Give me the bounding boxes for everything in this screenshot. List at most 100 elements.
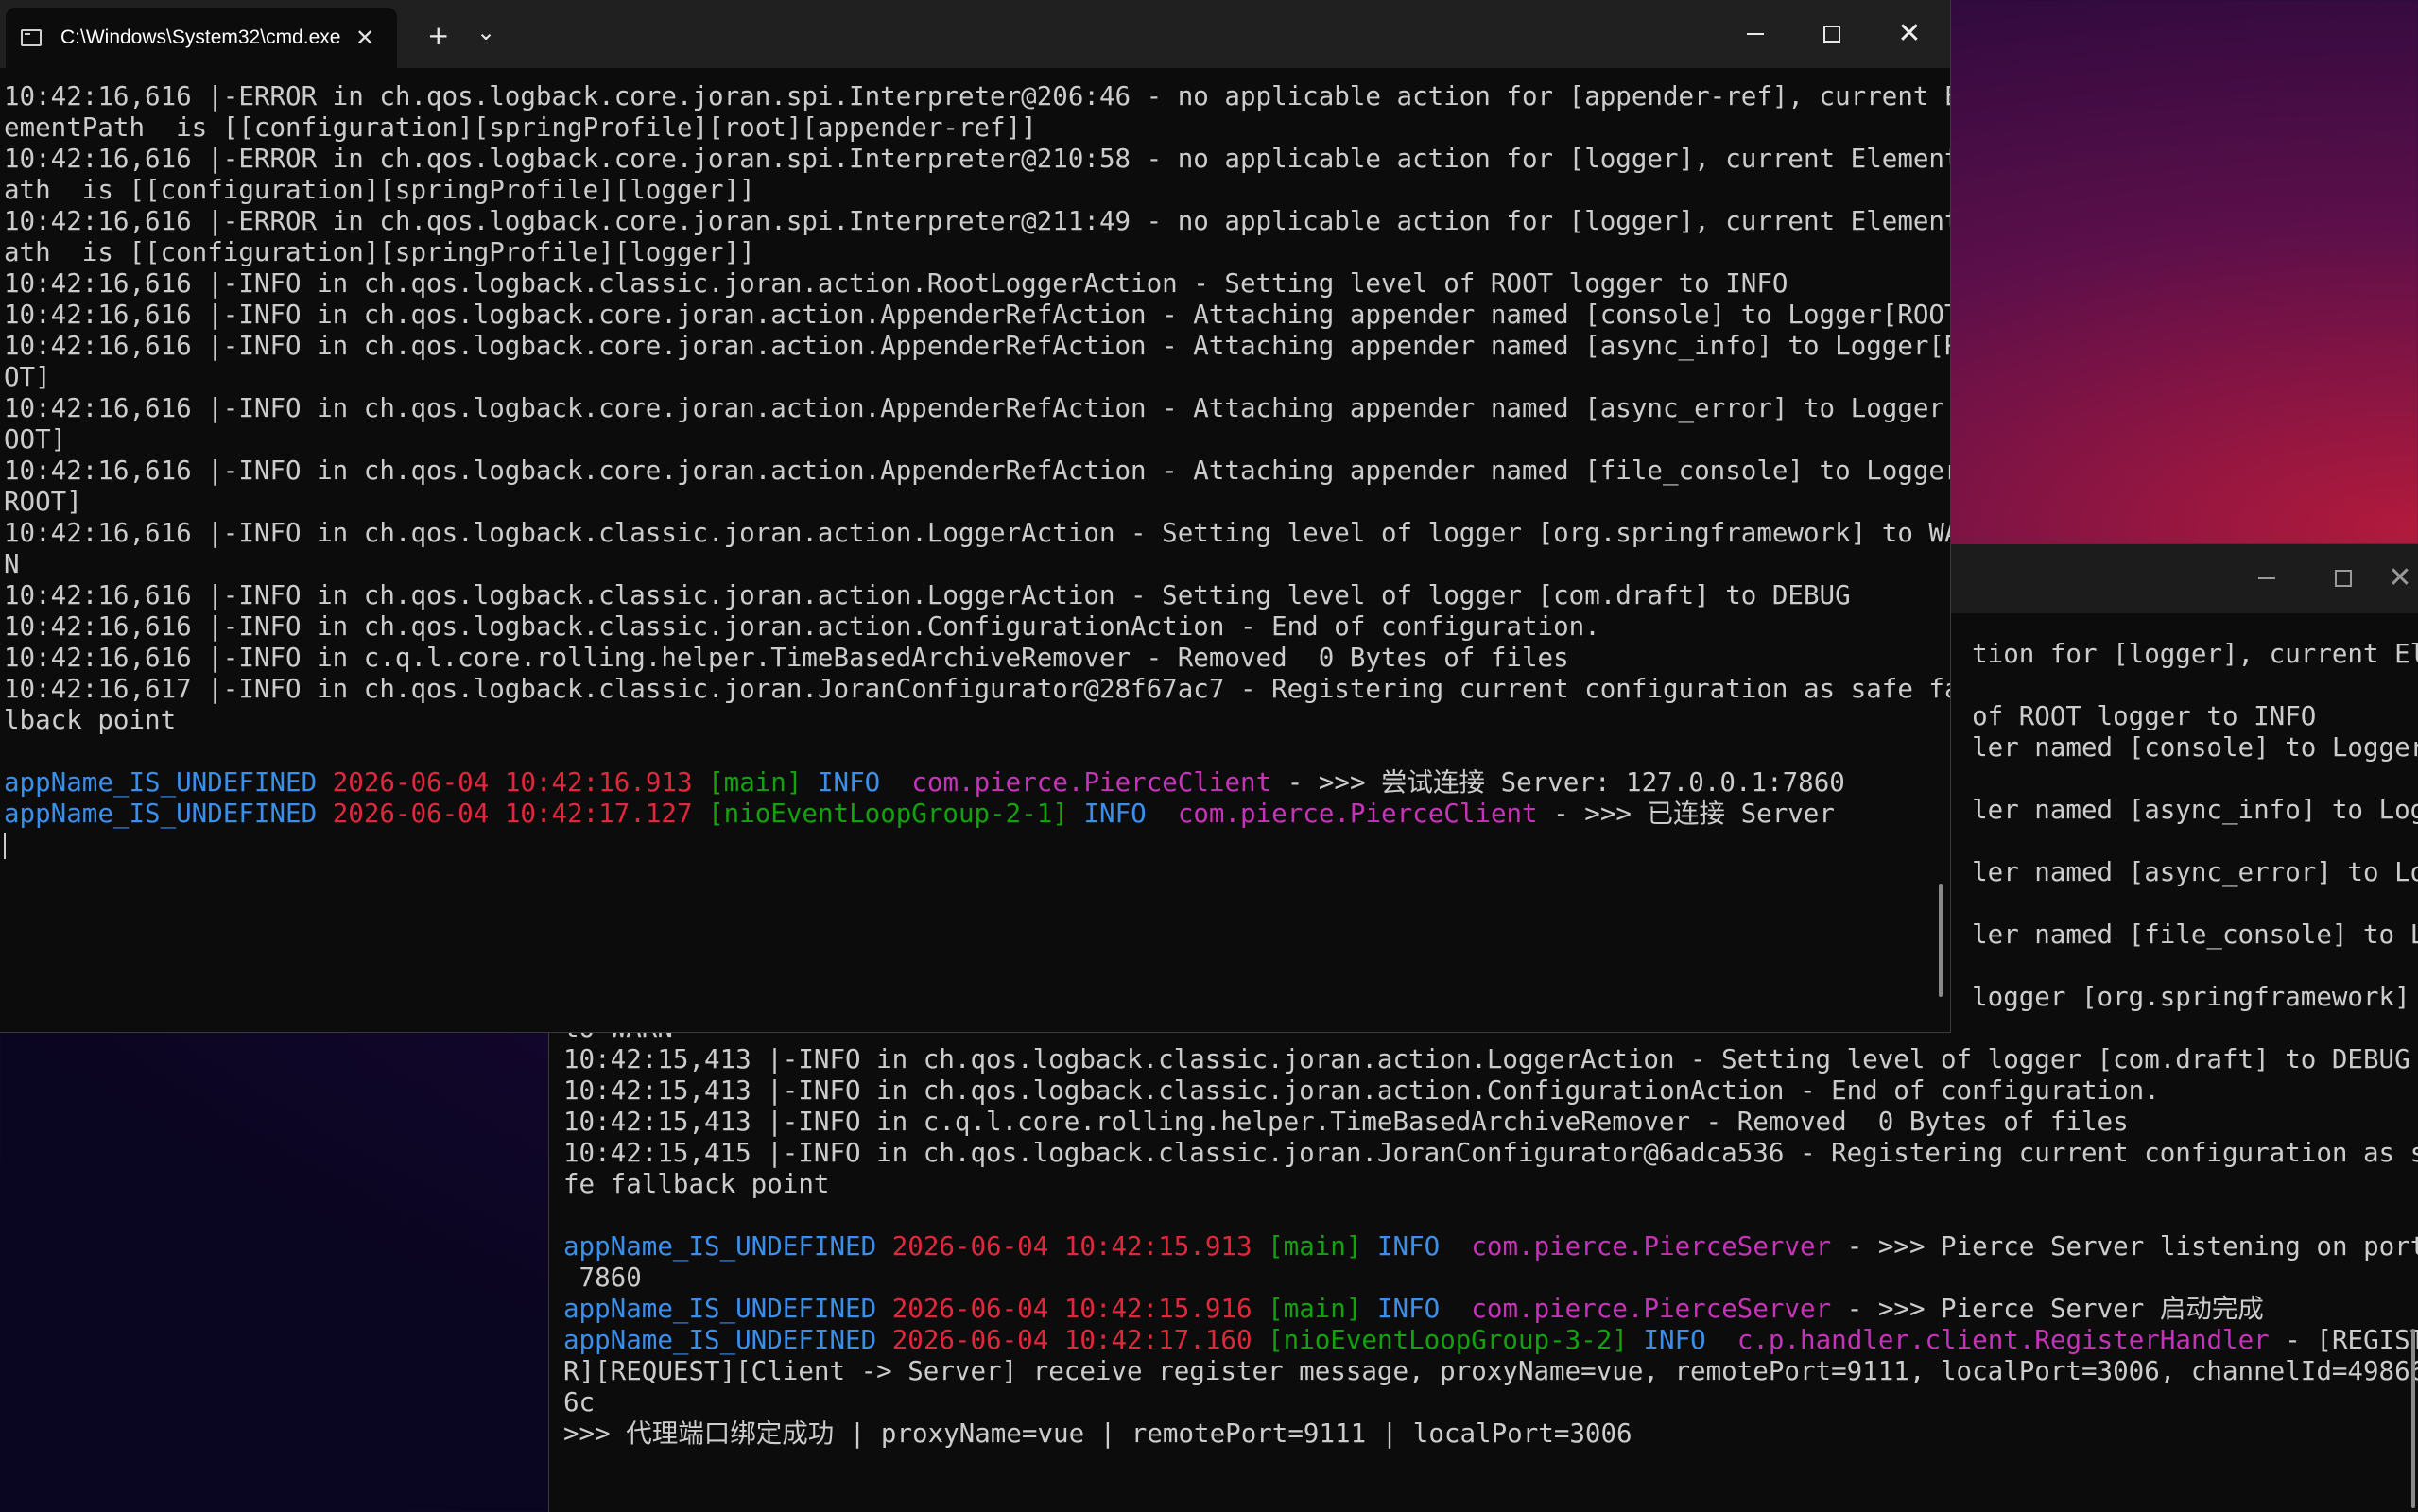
tab-title: C:\Windows\System32\cmd.exe: [60, 26, 341, 48]
terminal-prompt-line[interactable]: [4, 830, 1950, 861]
terminal-line: 10:42:16,616 |-INFO in ch.qos.logback.cl…: [4, 518, 1951, 549]
terminal-text-segment: 10:42:16,616 |-INFO in c.q.l.core.rollin…: [4, 643, 1569, 673]
terminal-text-segment: 10:42:15,413 |-INFO in ch.qos.logback.cl…: [563, 1075, 2160, 1106]
terminal-line: 10:42:16,616 |-ERROR in ch.qos.logback.c…: [4, 144, 1950, 175]
terminal-line: N: [4, 549, 1950, 580]
terminal-text-segment: - >>> 已连接 Server: [1537, 799, 1835, 829]
scrollbar-thumb[interactable]: [1939, 884, 1943, 997]
terminal-text-segment: appName_IS_UNDEFINED: [563, 1231, 877, 1262]
terminal-text-segment: - >>> Pierce Server listening on port:: [1831, 1231, 2418, 1262]
minimize-button[interactable]: [2229, 544, 2305, 612]
terminal-line: appName_IS_UNDEFINED 2026-06-04 10:42:16…: [4, 767, 1950, 799]
terminal-text-segment: INFO: [1376, 1231, 1441, 1262]
minimize-button[interactable]: [1718, 0, 1793, 68]
maximize-button[interactable]: [1794, 0, 1870, 68]
terminal-text-segment: appName_IS_UNDEFINED: [563, 1325, 877, 1355]
terminal-line: >>> 代理端口绑定成功 | proxyName=vue | remotePor…: [563, 1418, 2418, 1450]
terminal-line: 10:42:16,616 |-INFO in ch.qos.logback.co…: [4, 331, 1951, 362]
terminal-line: ROOT]: [4, 487, 1950, 518]
tab-cmd[interactable]: C:\Windows\System32\cmd.exe ✕: [6, 8, 397, 68]
terminal-text-segment: 10:42:16,616 |-INFO in ch.qos.logback.cl…: [4, 580, 1851, 610]
terminal-text-segment: ROOT]: [4, 487, 82, 517]
terminal-text-segment: - [REGISTE: [2285, 1325, 2418, 1355]
terminal-text-segment: [main]: [1268, 1294, 1362, 1324]
close-button[interactable]: ✕: [1872, 0, 1947, 68]
terminal-line: 10:42:15,413 |-INFO in c.q.l.core.rollin…: [563, 1107, 2418, 1138]
terminal-text-segment: com.pierce.PierceServer: [1471, 1294, 1832, 1324]
minimize-icon: [1747, 33, 1764, 35]
terminal-line: ath is [[configuration][springProfile][l…: [4, 175, 1950, 206]
terminal-text-segment: - >>> Pierce Server 启动完成: [1831, 1294, 2264, 1324]
terminal-text-segment: 10:42:15,413 |-INFO in c.q.l.core.rollin…: [563, 1107, 2129, 1137]
client-console-window[interactable]: C:\Windows\System32\cmd.exe ✕ + ⌄ ✕ 10:4…: [0, 0, 1951, 1033]
terminal-text-segment: [main]: [1268, 1231, 1362, 1262]
terminal-text-segment: 2026-06-04 10:42:17.160: [891, 1325, 1252, 1355]
terminal-line: 10:42:16,617 |-INFO in ch.qos.logback.cl…: [4, 674, 1951, 705]
terminal-line: 10:42:15,413 |-INFO in ch.qos.logback.cl…: [563, 1044, 2418, 1075]
terminal-text-segment: 2026-06-04 10:42:17.127: [332, 799, 693, 829]
terminal-text-segment: 2026-06-04 10:42:15.916: [891, 1294, 1252, 1324]
terminal-text-segment: 10:42:16,616 |-INFO in ch.qos.logback.co…: [4, 300, 1951, 330]
terminal-text-segment: N: [4, 549, 20, 579]
terminal-line: fe fallback point: [563, 1169, 2418, 1200]
terminal-line: 6c: [563, 1387, 2418, 1418]
terminal-text-segment: c.p.handler.client.RegisterHandler: [1736, 1325, 2270, 1355]
terminal-text-segment: 10:42:16,616 |-ERROR in ch.qos.logback.c…: [4, 81, 1951, 112]
terminal-line: ath is [[configuration][springProfile][l…: [4, 237, 1950, 268]
terminal-text-segment: 10:42:16,616 |-INFO in ch.qos.logback.cl…: [4, 518, 1951, 548]
terminal-text-segment: com.pierce.PierceClient: [1177, 799, 1538, 829]
terminal-text-segment: 10:42:16,616 |-ERROR in ch.qos.logback.c…: [4, 206, 1951, 236]
terminal-line: 10:42:16,616 |-INFO in ch.qos.logback.cl…: [4, 580, 1950, 611]
terminal-text-segment: INFO: [1376, 1294, 1441, 1324]
terminal-line: 10:42:15,413 |-INFO in ch.qos.logback.cl…: [563, 1075, 2418, 1107]
terminal-text-segment: 10:42:16,616 |-INFO in ch.qos.logback.co…: [4, 331, 1951, 361]
terminal-line: appName_IS_UNDEFINED 2026-06-04 10:42:17…: [563, 1325, 2418, 1356]
text-cursor: [4, 833, 6, 859]
maximize-icon: [1823, 26, 1840, 43]
terminal-line: R][REQUEST][Client -> Server] receive re…: [563, 1356, 2418, 1387]
new-tab-button[interactable]: +: [427, 23, 449, 49]
terminal-text-segment: [main]: [708, 767, 803, 798]
terminal-line: OOT]: [4, 424, 1950, 455]
terminal-text-segment: ath is [[configuration][springProfile][l…: [4, 175, 755, 205]
terminal-text-segment: 7860: [563, 1263, 642, 1293]
close-button[interactable]: ✕: [2381, 544, 2418, 612]
terminal-line: 10:42:16,616 |-INFO in ch.qos.logback.cl…: [4, 611, 1950, 643]
terminal-text-segment: INFO: [1083, 799, 1147, 829]
terminal-line: 10:42:15,415 |-INFO in ch.qos.logback.cl…: [563, 1138, 2418, 1169]
terminal-text-segment: 10:42:16,617 |-INFO in ch.qos.logback.cl…: [4, 674, 1951, 704]
terminal-icon: [21, 29, 42, 46]
terminal-line: appName_IS_UNDEFINED 2026-06-04 10:42:17…: [4, 799, 1950, 830]
maximize-button[interactable]: [2306, 544, 2381, 612]
terminal-text-segment: 2026-06-04 10:42:15.913: [891, 1231, 1252, 1262]
terminal-text-segment: 2026-06-04 10:42:16.913: [332, 767, 693, 798]
terminal-text-segment: 10:42:15,415 |-INFO in ch.qos.logback.cl…: [563, 1138, 2418, 1168]
terminal-text-segment: 10:42:16,616 |-INFO in ch.qos.logback.cl…: [4, 268, 1788, 299]
terminal-text-segment: R][REQUEST][Client -> Server] receive re…: [563, 1356, 2418, 1386]
close-icon: ✕: [1897, 17, 1922, 50]
terminal-text-segment: appName_IS_UNDEFINED: [563, 1294, 877, 1324]
client-terminal-output[interactable]: 10:42:16,616 |-ERROR in ch.qos.logback.c…: [4, 81, 1951, 861]
tab-close-icon[interactable]: ✕: [355, 25, 374, 51]
terminal-text-segment: com.pierce.PierceServer: [1471, 1231, 1832, 1262]
terminal-line: ementPath is [[configuration][springProf…: [4, 112, 1950, 144]
client-title-bar[interactable]: C:\Windows\System32\cmd.exe ✕ + ⌄ ✕: [0, 0, 1950, 68]
terminal-line: 10:42:16,616 |-INFO in ch.qos.logback.cl…: [4, 268, 1950, 300]
dropdown-chevron-icon[interactable]: ⌄: [476, 21, 495, 43]
terminal-text-segment: [nioEventLoopGroup-3-2]: [1268, 1325, 1628, 1355]
close-icon: ✕: [2388, 561, 2412, 594]
terminal-line: 7860: [563, 1263, 2418, 1294]
scrollbar-thumb[interactable]: [2411, 1329, 2415, 1508]
